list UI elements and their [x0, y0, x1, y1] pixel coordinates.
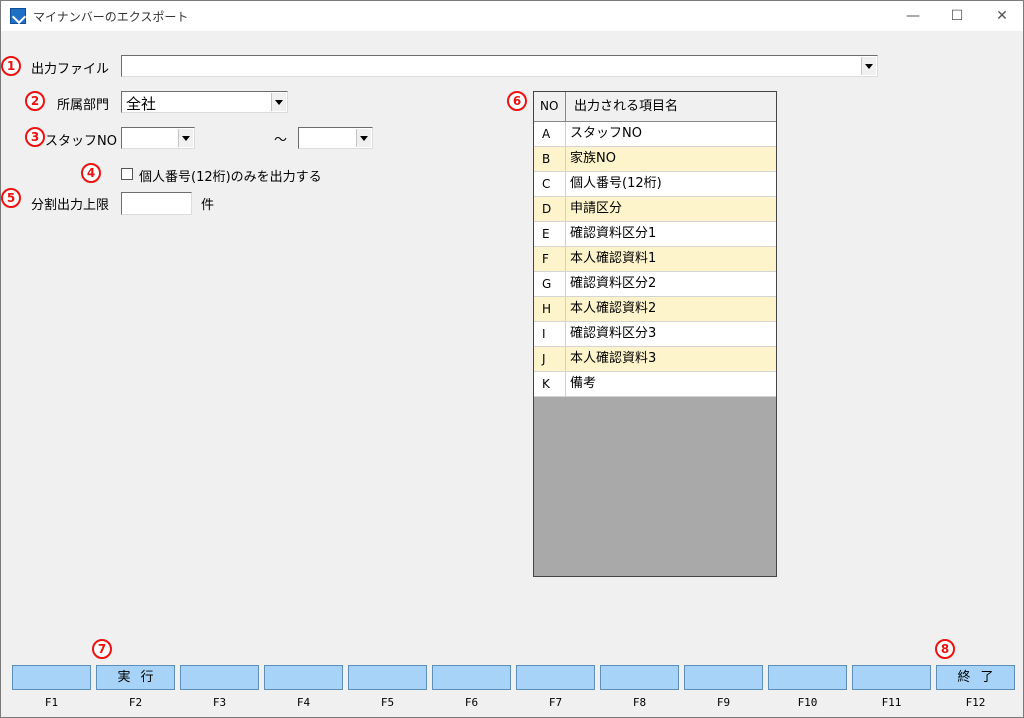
- function-key-label: F4: [296, 696, 311, 709]
- function-key-label: F6: [464, 696, 479, 709]
- individual-only-label[interactable]: 個人番号(12桁)のみを出力する: [139, 166, 322, 185]
- row-item-name: 本人確認資料3: [570, 351, 657, 366]
- table-row[interactable]: B 家族NO: [534, 147, 776, 172]
- function-key-f5-button[interactable]: [348, 665, 427, 690]
- row-no: J: [534, 347, 566, 371]
- title-bar: マイナンバーのエクスポート — ☐ ✕: [1, 1, 1023, 31]
- annotation-marker-6: 6: [507, 91, 527, 111]
- row-no: H: [534, 297, 566, 321]
- function-key-label: F5: [380, 696, 395, 709]
- row-item-name: 本人確認資料1: [570, 251, 657, 266]
- function-key-label: F1: [44, 696, 59, 709]
- row-item-name: 確認資料区分3: [570, 326, 657, 341]
- department-value: 全社: [126, 95, 157, 113]
- row-no: F: [534, 247, 566, 271]
- function-key-label: F3: [212, 696, 227, 709]
- function-key-label: F9: [716, 696, 731, 709]
- annotation-marker-3: 3: [25, 127, 45, 147]
- app-icon: [10, 8, 26, 24]
- table-row[interactable]: K 備考: [534, 372, 776, 397]
- row-no: K: [534, 372, 566, 396]
- function-key-f9-button[interactable]: [684, 665, 763, 690]
- output-file-combo[interactable]: [121, 55, 878, 77]
- range-separator: ～: [274, 133, 288, 148]
- chevron-down-icon: [865, 63, 873, 69]
- annotation-marker-5: 5: [1, 188, 21, 208]
- split-limit-input[interactable]: [121, 192, 192, 215]
- individual-only-checkbox[interactable]: [121, 168, 133, 180]
- row-no: G: [534, 272, 566, 296]
- chevron-down-icon: [275, 99, 283, 105]
- row-no: C: [534, 172, 566, 196]
- function-key-f3-button[interactable]: [180, 665, 259, 690]
- row-item-name: 本人確認資料2: [570, 301, 657, 316]
- annotation-marker-2: 2: [25, 91, 45, 111]
- minimize-button[interactable]: —: [898, 5, 928, 27]
- annotation-marker-4: 4: [81, 163, 101, 183]
- function-key-f7-button[interactable]: [516, 665, 595, 690]
- function-key-label: F8: [632, 696, 647, 709]
- row-no: I: [534, 322, 566, 346]
- row-item-name: 確認資料区分2: [570, 276, 657, 291]
- table-row[interactable]: H 本人確認資料2: [534, 297, 776, 322]
- staff-no-to-select[interactable]: [298, 127, 373, 149]
- department-select[interactable]: 全社: [121, 91, 288, 113]
- function-key-label: F2: [128, 696, 143, 709]
- row-item-name: 家族NO: [570, 151, 616, 166]
- function-key-label: F12: [965, 696, 986, 709]
- annotation-marker-8: 8: [935, 639, 955, 659]
- annotation-marker-1: 1: [1, 56, 21, 76]
- row-item-name: 個人番号(12桁): [570, 176, 662, 191]
- staff-no-from-select[interactable]: [121, 127, 195, 149]
- function-key-f10-button[interactable]: [768, 665, 847, 690]
- table-row[interactable]: G 確認資料区分2: [534, 272, 776, 297]
- function-key-f11-button[interactable]: [852, 665, 931, 690]
- close-button[interactable]: ✕: [987, 5, 1017, 27]
- row-no: A: [534, 122, 566, 146]
- table-row[interactable]: J 本人確認資料3: [534, 347, 776, 372]
- function-key-f2-button[interactable]: 実行: [96, 665, 175, 690]
- department-label: 所属部門: [57, 98, 110, 113]
- maximize-button[interactable]: ☐: [942, 5, 972, 27]
- function-key-f6-button[interactable]: [432, 665, 511, 690]
- header-no: NO: [534, 92, 566, 121]
- window-title: マイナンバーのエクスポート: [33, 10, 189, 24]
- staff-no-label: スタッフNO: [45, 134, 117, 149]
- row-item-name: 備考: [570, 376, 597, 391]
- department-dropdown-button[interactable]: [271, 93, 286, 111]
- row-item-name: 確認資料区分1: [570, 226, 657, 241]
- function-key-f12-button[interactable]: 終了: [936, 665, 1015, 690]
- split-limit-unit: 件: [201, 198, 215, 213]
- table-row[interactable]: I 確認資料区分3: [534, 322, 776, 347]
- function-key-label: F7: [548, 696, 563, 709]
- output-file-label: 出力ファイル: [31, 62, 110, 77]
- chevron-down-icon: [360, 135, 368, 141]
- export-window: マイナンバーのエクスポート — ☐ ✕ 1 出力ファイル 2 所属部門 全社 3…: [0, 0, 1024, 718]
- output-file-dropdown-button[interactable]: [861, 57, 876, 75]
- row-item-name: スタッフNO: [570, 126, 642, 141]
- function-key-label: F10: [797, 696, 818, 709]
- staff-no-to-dropdown-button[interactable]: [356, 129, 371, 147]
- function-key-f1-button[interactable]: [12, 665, 91, 690]
- table-row[interactable]: A スタッフNO: [534, 122, 776, 147]
- function-key-f4-button[interactable]: [264, 665, 343, 690]
- split-limit-label: 分割出力上限: [31, 198, 110, 213]
- table-row[interactable]: D 申請区分: [534, 197, 776, 222]
- annotation-marker-7: 7: [92, 639, 112, 659]
- row-no: D: [534, 197, 566, 221]
- chevron-down-icon: [182, 135, 190, 141]
- table-row[interactable]: C 個人番号(12桁): [534, 172, 776, 197]
- function-key-label: F11: [881, 696, 902, 709]
- row-item-name: 申請区分: [570, 201, 623, 216]
- row-no: E: [534, 222, 566, 246]
- list-header: NO 出力される項目名: [534, 92, 776, 122]
- table-row[interactable]: F 本人確認資料1: [534, 247, 776, 272]
- staff-no-from-dropdown-button[interactable]: [178, 129, 193, 147]
- output-items-list[interactable]: NO 出力される項目名 A スタッフNO B 家族NO C 個人番号(12桁) D 申請区分 E…: [533, 91, 777, 577]
- table-row[interactable]: E 確認資料区分1: [534, 222, 776, 247]
- row-no: B: [534, 147, 566, 171]
- function-key-f8-button[interactable]: [600, 665, 679, 690]
- header-item-name: 出力される項目名: [574, 99, 679, 114]
